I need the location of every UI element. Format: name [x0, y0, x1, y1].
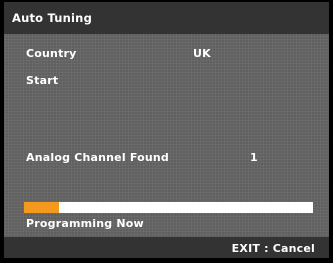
- auto-tuning-dialog: Auto Tuning Country UK Start Analog Chan…: [4, 2, 329, 258]
- dialog-title: Auto Tuning: [12, 11, 93, 25]
- progress-bar: [24, 202, 313, 213]
- footer-bar: EXIT : Cancel: [4, 237, 329, 258]
- progress-fill: [24, 202, 59, 213]
- analog-channel-found-label: Analog Channel Found: [26, 151, 170, 164]
- title-bar: Auto Tuning: [4, 2, 329, 34]
- exit-cancel-hint[interactable]: EXIT : Cancel: [232, 242, 315, 255]
- country-value[interactable]: UK: [193, 47, 211, 60]
- analog-channel-found-count: 1: [250, 151, 258, 164]
- start-option[interactable]: Start: [26, 74, 58, 87]
- progress-status: Programming Now: [26, 217, 144, 230]
- country-label: Country: [26, 47, 77, 60]
